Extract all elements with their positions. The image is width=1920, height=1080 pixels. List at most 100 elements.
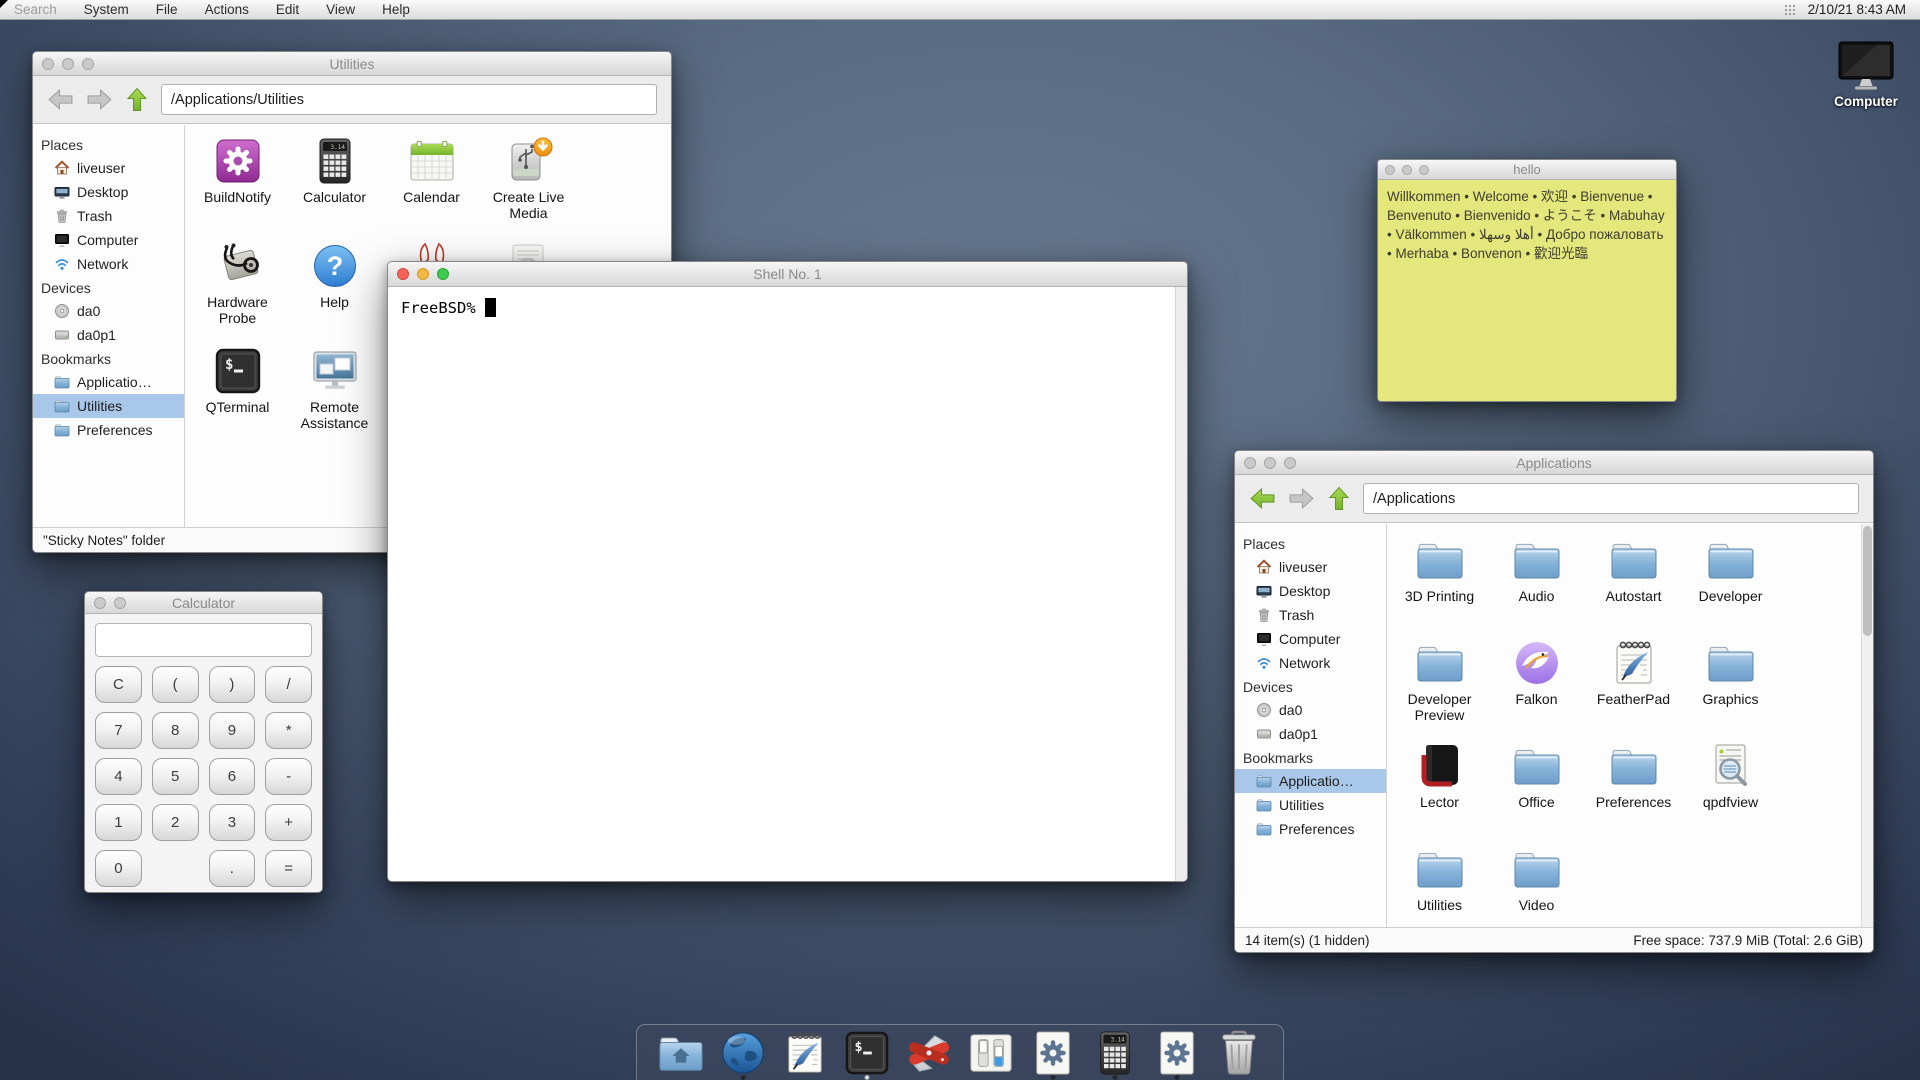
sticky-titlebar[interactable]: hello <box>1378 160 1676 180</box>
calculator-display[interactable] <box>95 623 312 657</box>
graphics-item[interactable]: Graphics <box>1682 639 1779 742</box>
desktop-computer-icon[interactable]: Computer <box>1822 40 1910 109</box>
shell-titlebar[interactable]: Shell No. 1 <box>388 262 1187 287</box>
sidebar-item-applicatio[interactable]: Applicatio… <box>1235 769 1386 793</box>
menu-item-system[interactable]: System <box>84 2 129 17</box>
sidebar-item-preferences[interactable]: Preferences <box>33 418 184 442</box>
close-button[interactable] <box>1244 457 1256 469</box>
sidebar-item-da0p1[interactable]: da0p1 <box>33 323 184 347</box>
calculator-item[interactable]: 3.14Calculator <box>286 137 383 242</box>
terminal-content[interactable]: FreeBSD% <box>388 287 1175 881</box>
calc-key-equals[interactable]: = <box>265 850 312 887</box>
dock-file-manager[interactable] <box>658 1030 704 1080</box>
calc-key-open-paren[interactable]: ( <box>152 666 199 703</box>
dock-settings-app[interactable] <box>1030 1030 1076 1080</box>
dock-system-preferences[interactable] <box>968 1030 1014 1080</box>
autostart-item[interactable]: Autostart <box>1585 536 1682 639</box>
calc-key-8[interactable]: 8 <box>152 712 199 749</box>
dock-utilities-knife[interactable] <box>906 1030 952 1080</box>
3d-printing-item[interactable]: 3D Printing <box>1391 536 1488 639</box>
up-button[interactable] <box>125 86 149 113</box>
menubar-grip-handle[interactable] <box>1784 4 1796 15</box>
calc-key-multiply[interactable]: * <box>265 712 312 749</box>
menu-item-view[interactable]: View <box>326 2 355 17</box>
calc-key-7[interactable]: 7 <box>95 712 142 749</box>
office-item[interactable]: Office <box>1488 742 1585 845</box>
close-button[interactable] <box>94 597 106 609</box>
featherpad-item[interactable]: FeatherPad <box>1585 639 1682 742</box>
sidebar-item-desktop[interactable]: Desktop <box>33 180 184 204</box>
menu-item-help[interactable]: Help <box>382 2 410 17</box>
calc-key-4[interactable]: 4 <box>95 758 142 795</box>
path-field[interactable]: /Applications/Utilities <box>161 84 657 115</box>
dock-settings-app-2[interactable] <box>1154 1030 1200 1080</box>
menu-item-search[interactable]: Search <box>14 2 57 17</box>
sticky-note-text[interactable]: Willkommen • Welcome • 欢迎 • Bienvenue • … <box>1378 180 1676 401</box>
buildnotify-item[interactable]: BuildNotify <box>189 137 286 242</box>
dock-trash[interactable] <box>1216 1030 1262 1080</box>
lector-item[interactable]: Lector <box>1391 742 1488 845</box>
minimize-button[interactable] <box>1264 457 1276 469</box>
help-item[interactable]: ?Help <box>286 242 383 347</box>
up-button[interactable] <box>1327 485 1351 512</box>
maximize-button[interactable] <box>1419 165 1429 175</box>
calc-key-clear[interactable]: C <box>95 666 142 703</box>
close-button[interactable] <box>397 268 409 280</box>
calc-key-close-paren[interactable]: ) <box>209 666 256 703</box>
sidebar-item-trash[interactable]: Trash <box>1235 603 1386 627</box>
calc-key-3[interactable]: 3 <box>209 804 256 841</box>
sidebar-item-preferences[interactable]: Preferences <box>1235 817 1386 841</box>
remote-assistance-item[interactable]: Remote Assistance <box>286 347 383 452</box>
minimize-button[interactable] <box>1402 165 1412 175</box>
calc-key-9[interactable]: 9 <box>209 712 256 749</box>
sidebar-item-applicatio[interactable]: Applicatio… <box>33 370 184 394</box>
calc-key-divide[interactable]: / <box>265 666 312 703</box>
developer-item[interactable]: Developer <box>1682 536 1779 639</box>
audio-item[interactable]: Audio <box>1488 536 1585 639</box>
falkon-item[interactable]: Falkon <box>1488 639 1585 742</box>
sidebar-item-trash[interactable]: Trash <box>33 204 184 228</box>
qterminal-item[interactable]: $QTerminal <box>189 347 286 452</box>
sidebar-item-da0[interactable]: da0 <box>33 299 184 323</box>
calculator-titlebar[interactable]: Calculator <box>85 592 322 614</box>
scrollbar-thumb[interactable] <box>1863 526 1872 636</box>
developer-preview-item[interactable]: Developer Preview <box>1391 639 1488 742</box>
dock-calculator[interactable]: 3.14 <box>1092 1030 1138 1080</box>
sidebar-item-liveuser[interactable]: liveuser <box>1235 555 1386 579</box>
path-field[interactable]: /Applications <box>1363 483 1859 514</box>
sidebar-item-da0p1[interactable]: da0p1 <box>1235 722 1386 746</box>
hardware-probe-item[interactable]: Hardware Probe <box>189 242 286 347</box>
applications-titlebar[interactable]: Applications <box>1235 451 1873 475</box>
sidebar-item-network[interactable]: Network <box>33 252 184 276</box>
terminal-scrollbar[interactable] <box>1175 287 1187 881</box>
calc-key-minus[interactable]: - <box>265 758 312 795</box>
calc-key-dot[interactable]: . <box>209 850 256 887</box>
calendar-item[interactable]: Calendar <box>383 137 480 242</box>
menu-item-actions[interactable]: Actions <box>205 2 249 17</box>
minimize-button[interactable] <box>62 58 74 70</box>
dock-qterminal[interactable]: $ <box>844 1030 890 1080</box>
close-button[interactable] <box>1385 165 1395 175</box>
sidebar-item-computer[interactable]: Computer <box>33 228 184 252</box>
minimize-button[interactable] <box>417 268 429 280</box>
minimize-button[interactable] <box>114 597 126 609</box>
utilities-titlebar[interactable]: Utilities <box>33 52 671 76</box>
vertical-scrollbar[interactable] <box>1861 524 1873 927</box>
preferences-item[interactable]: Preferences <box>1585 742 1682 845</box>
sidebar-item-da0[interactable]: da0 <box>1235 698 1386 722</box>
calc-key-plus[interactable]: + <box>265 804 312 841</box>
dock-featherpad[interactable] <box>782 1030 828 1080</box>
sidebar-item-liveuser[interactable]: liveuser <box>33 156 184 180</box>
maximize-button[interactable] <box>1284 457 1296 469</box>
sidebar-item-network[interactable]: Network <box>1235 651 1386 675</box>
maximize-button[interactable] <box>437 268 449 280</box>
menu-item-edit[interactable]: Edit <box>276 2 299 17</box>
maximize-button[interactable] <box>82 58 94 70</box>
calc-key-1[interactable]: 1 <box>95 804 142 841</box>
back-button[interactable] <box>47 88 74 111</box>
calc-key-6[interactable]: 6 <box>209 758 256 795</box>
calc-key-5[interactable]: 5 <box>152 758 199 795</box>
calc-key-2[interactable]: 2 <box>152 804 199 841</box>
menu-item-file[interactable]: File <box>156 2 178 17</box>
calc-key-0[interactable]: 0 <box>95 850 142 887</box>
